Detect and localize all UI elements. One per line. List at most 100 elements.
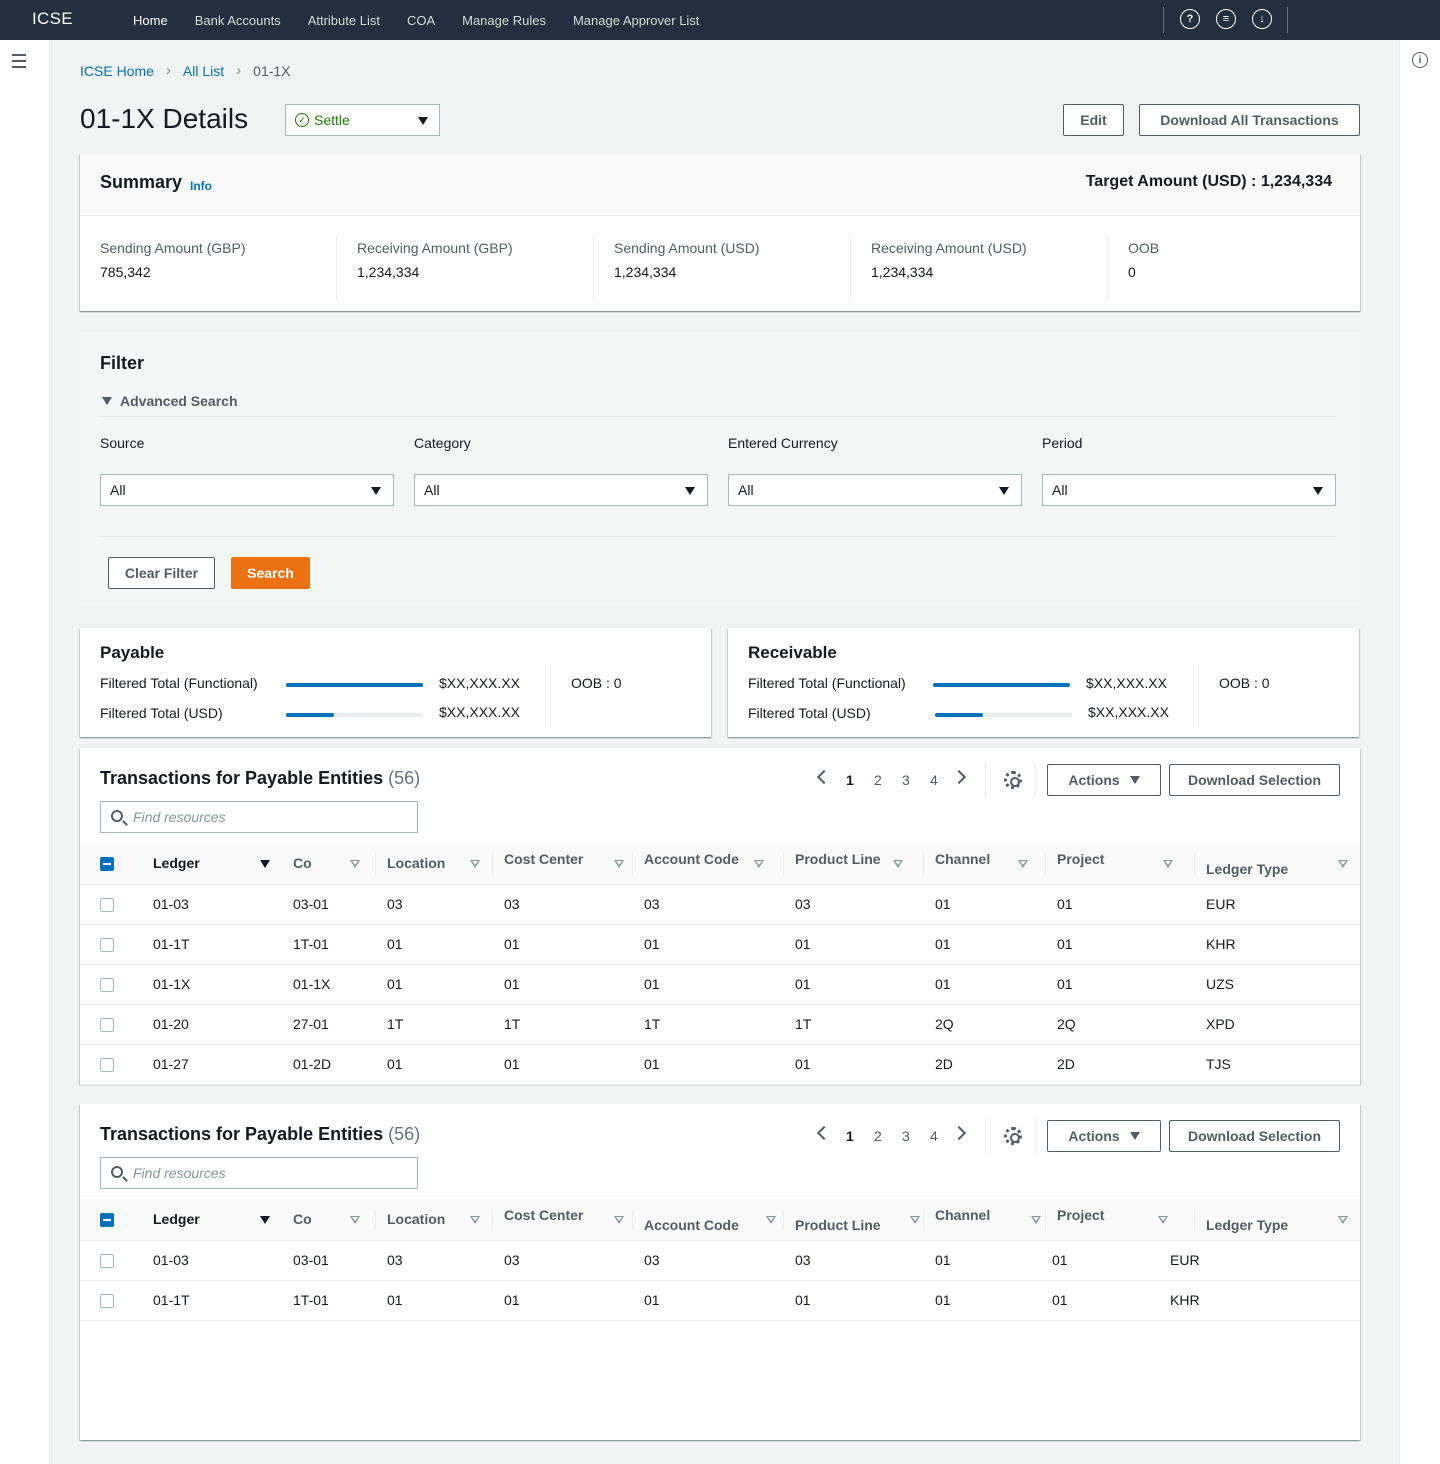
row-checkbox[interactable] [100,1018,114,1032]
notifications-icon[interactable]: ≡ [1216,9,1236,29]
page-4-button[interactable]: 4 [930,772,938,788]
row-checkbox[interactable] [100,898,114,912]
column-header-cost-center[interactable]: Cost Center [504,851,583,867]
nav-item-manage-approver-list[interactable]: Manage Approver List [573,13,699,28]
column-header-channel[interactable]: Channel [935,851,990,867]
sort-icon[interactable] [1338,860,1348,868]
period-select[interactable]: All [1042,474,1336,506]
sort-icon[interactable] [614,860,624,868]
sort-icon[interactable] [1018,860,1028,868]
actions-button[interactable]: Actions [1047,1120,1161,1152]
page-1-button[interactable]: 1 [846,772,854,788]
sort-icon[interactable] [470,1216,480,1224]
select-all-checkbox[interactable] [100,857,114,871]
page-1-button[interactable]: 1 [846,1128,854,1144]
sort-descending-icon[interactable] [260,1216,270,1224]
summary-item: Receiving Amount (GBP) 1,234,334 [357,240,513,304]
column-header-product-line[interactable]: Product Line [795,1217,881,1233]
download-all-transactions-button[interactable]: Download All Transactions [1139,104,1360,136]
search-input[interactable] [133,802,413,832]
brand-logo[interactable]: ICSE [32,9,73,29]
column-header-project[interactable]: Project [1057,851,1104,867]
nav-item-home[interactable]: Home [133,13,168,28]
column-header-location[interactable]: Location [387,855,445,871]
column-header-ledger-type[interactable]: Ledger Type [1206,861,1288,877]
column-header-channel[interactable]: Channel [935,1207,990,1223]
column-header-co[interactable]: Co [293,1211,312,1227]
column-header-ledger[interactable]: Ledger [153,1211,200,1227]
row-checkbox[interactable] [100,938,114,952]
sort-icon[interactable] [1338,1216,1348,1224]
column-header-co[interactable]: Co [293,855,312,871]
source-select[interactable]: All [100,474,394,506]
gear-icon[interactable] [1004,771,1022,789]
table-row[interactable]: 01-03 03-01 03 03 03 03 01 01 EUR [80,1241,1360,1281]
page-3-button[interactable]: 3 [902,1128,910,1144]
column-header-project[interactable]: Project [1057,1207,1104,1223]
status-select[interactable]: ✓ Settle [285,104,440,136]
advanced-search-toggle[interactable]: Advanced Search [102,393,238,409]
search-button[interactable]: Search [231,557,310,589]
edit-button[interactable]: Edit [1063,104,1124,136]
menu-icon[interactable] [12,54,26,72]
column-header-product-line[interactable]: Product Line [795,851,881,867]
column-header-ledger[interactable]: Ledger [153,855,200,871]
table-row[interactable]: 01-03 03-01 03 03 03 03 01 01 EUR [80,885,1360,925]
table-row[interactable]: 01-20 27-01 1T 1T 1T 1T 2Q 2Q XPD [80,1005,1360,1045]
sort-icon[interactable] [350,1216,360,1224]
column-header-account-code[interactable]: Account Code [644,1217,739,1233]
gear-icon[interactable] [1004,1127,1022,1145]
column-header-account-code[interactable]: Account Code [644,851,739,867]
sort-icon[interactable] [1031,1216,1041,1224]
info-icon[interactable]: i [1412,52,1428,68]
sort-icon[interactable] [1158,1216,1168,1224]
chevron-left-icon[interactable] [816,1125,832,1141]
sort-icon[interactable] [614,1216,624,1224]
sort-icon[interactable] [350,860,360,868]
column-header-location[interactable]: Location [387,1211,445,1227]
column-header-ledger-type[interactable]: Ledger Type [1206,1217,1288,1233]
clear-filter-button[interactable]: Clear Filter [108,557,215,589]
info-link[interactable]: Info [190,179,212,193]
download-selection-button[interactable]: Download Selection [1169,764,1340,796]
breadcrumb-icse-home[interactable]: ICSE Home [80,63,154,79]
table-cell: 01-27 [153,1056,189,1072]
sort-icon[interactable] [766,1216,776,1224]
nav-item-bank-accounts[interactable]: Bank Accounts [195,13,281,28]
table-row[interactable]: 01-1X 01-1X 01 01 01 01 01 01 UZS [80,965,1360,1005]
search-input[interactable] [133,1158,413,1188]
row-checkbox[interactable] [100,978,114,992]
table-row[interactable]: 01-1T 1T-01 01 01 01 01 01 01 KHR [80,925,1360,965]
page-3-button[interactable]: 3 [902,772,910,788]
row-checkbox[interactable] [100,1294,114,1308]
breadcrumb-all-list[interactable]: All List [183,63,224,79]
sort-descending-icon[interactable] [260,860,270,868]
page-2-button[interactable]: 2 [874,772,882,788]
download-selection-button[interactable]: Download Selection [1169,1120,1340,1152]
select-all-checkbox[interactable] [100,1213,114,1227]
entered-currency-select[interactable]: All [728,474,1022,506]
sort-icon[interactable] [754,860,764,868]
row-checkbox[interactable] [100,1254,114,1268]
chevron-left-icon[interactable] [816,769,832,785]
sort-icon[interactable] [893,860,903,868]
table-cell: 01 [644,1056,660,1072]
category-select[interactable]: All [414,474,708,506]
table-row[interactable]: 01-1T 1T-01 01 01 01 01 01 01 KHR [80,1281,1360,1321]
table-row[interactable]: 01-27 01-2D 01 01 01 01 2D 2D TJS [80,1045,1360,1085]
sort-icon[interactable] [470,860,480,868]
chevron-right-icon[interactable] [951,769,967,785]
help-icon[interactable]: ? [1180,9,1200,29]
page-2-button[interactable]: 2 [874,1128,882,1144]
column-header-cost-center[interactable]: Cost Center [504,1207,583,1223]
sort-icon[interactable] [910,1216,920,1224]
chevron-right-icon[interactable] [951,1125,967,1141]
nav-item-coa[interactable]: COA [407,13,435,28]
nav-item-manage-rules[interactable]: Manage Rules [462,13,546,28]
row-checkbox[interactable] [100,1058,114,1072]
page-4-button[interactable]: 4 [930,1128,938,1144]
actions-button[interactable]: Actions [1047,764,1161,796]
settings-icon[interactable]: ↓ [1252,9,1272,29]
nav-item-attribute-list[interactable]: Attribute List [308,13,380,28]
sort-icon[interactable] [1163,860,1173,868]
